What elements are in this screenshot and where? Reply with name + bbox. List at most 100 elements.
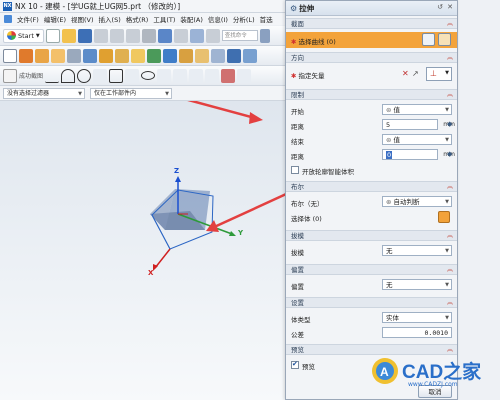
rectangle-icon[interactable] (109, 68, 124, 83)
start-logo-icon (7, 31, 16, 40)
end-label: 结束 (291, 138, 304, 146)
select-curve-row[interactable]: ✱ 选择曲线 (0) (286, 32, 457, 48)
vector-dialog-icon[interactable]: ↗ (412, 69, 419, 78)
unite-icon[interactable] (99, 48, 113, 63)
menu-insert[interactable]: 插入(S) (99, 14, 121, 24)
fillet-icon[interactable] (93, 68, 108, 83)
menu-tools[interactable]: 工具(T) (153, 14, 175, 24)
end-distance-input[interactable]: 0 mm (382, 149, 455, 160)
polygon-icon[interactable] (125, 68, 140, 83)
formula-icon[interactable]: ◆ (447, 120, 452, 128)
open-profile-checkbox[interactable] (291, 166, 299, 174)
z-axis-label: Z (174, 167, 180, 175)
point-icon[interactable] (189, 68, 204, 83)
menu-preferences[interactable]: 首选 (260, 14, 273, 24)
circle-icon[interactable] (77, 68, 92, 83)
start-button[interactable]: Start ▼ (3, 28, 44, 43)
revolve-icon[interactable] (35, 48, 49, 63)
watermark-url: www.CADZJ.com (408, 381, 458, 388)
section-boolean[interactable]: 布尔 ︽ (286, 181, 457, 192)
reset-icon[interactable]: ↺ (437, 3, 443, 11)
vector-type-dropdown[interactable]: ⊥ ▼ (426, 67, 452, 81)
spline-icon[interactable] (157, 68, 172, 83)
project-curve-icon[interactable] (205, 68, 220, 83)
menu-info[interactable]: 信息(I) (208, 14, 228, 24)
formula-icon[interactable]: ◆ (447, 150, 452, 158)
dialog-title-bar[interactable]: ⚙ 拉伸 ↺ ✕ (286, 1, 457, 16)
section-direction[interactable]: 方向 ︽ (286, 52, 457, 63)
hole-icon[interactable] (51, 48, 65, 63)
curve-select-icon[interactable] (438, 33, 451, 46)
gear-icon[interactable]: ⚙ (290, 4, 297, 13)
intersection-curve-icon[interactable] (221, 68, 236, 83)
cut-icon[interactable] (93, 28, 108, 43)
scope-filter-dropdown[interactable]: 仅在工作部件内 (90, 87, 172, 99)
datum-icon[interactable] (243, 48, 257, 63)
undo-icon[interactable] (157, 28, 172, 43)
arc-icon[interactable] (61, 68, 76, 83)
open-folder-icon[interactable] (61, 28, 76, 43)
intersect-icon[interactable] (131, 48, 145, 63)
curve-toolbar: 成功截图 (0, 66, 290, 86)
offset-dropdown[interactable]: 无 (382, 279, 452, 290)
blend-icon[interactable] (147, 48, 161, 63)
pattern-icon[interactable] (195, 48, 209, 63)
select-body-label: 选择体 (0) (291, 215, 322, 223)
boolean-dropdown[interactable]: ⊛ 自动判断 (382, 196, 452, 207)
ellipse-icon[interactable] (141, 71, 156, 80)
preview-checkbox[interactable] (291, 360, 299, 369)
section-draft[interactable]: 拔模 ︽ (286, 230, 457, 241)
end-type-dropdown[interactable]: ⊜ 值 (382, 134, 452, 145)
close-icon[interactable]: ✕ (447, 3, 453, 11)
offset-curve-icon[interactable] (173, 68, 188, 83)
start-type-dropdown[interactable]: ⊜ 值 (382, 104, 452, 115)
section-profile[interactable]: 截面 ︽ (286, 18, 457, 29)
draft-dropdown[interactable]: 无 (382, 245, 452, 256)
section-settings[interactable]: 设置 ︽ (286, 297, 457, 308)
redo-icon[interactable] (173, 28, 188, 43)
search-icon[interactable] (259, 28, 270, 43)
command-search-input[interactable]: 查找命令 (221, 30, 258, 41)
mirror-icon[interactable] (211, 48, 225, 63)
chamfer-icon[interactable] (163, 48, 177, 63)
paste-icon[interactable] (125, 28, 140, 43)
save-icon[interactable] (77, 28, 92, 43)
window-icon[interactable] (189, 28, 204, 43)
trim-icon[interactable] (227, 48, 241, 63)
cadzj-logo-icon: A (370, 356, 400, 386)
snapshot-icon[interactable] (3, 68, 17, 83)
start-distance-input[interactable]: 5 mm (382, 119, 455, 130)
delete-icon[interactable] (141, 28, 156, 43)
shell-icon[interactable] (179, 48, 193, 63)
tolerance-input[interactable]: 0.0010 (382, 327, 452, 338)
subtract-icon[interactable] (115, 48, 129, 63)
menu-analysis[interactable]: 分析(L) (233, 14, 255, 24)
options-icon[interactable] (205, 28, 220, 43)
section-offset[interactable]: 偏置 ︽ (286, 264, 457, 275)
section-limits[interactable]: 限制 ︽ (286, 89, 457, 100)
menu-edit[interactable]: 编辑(E) (44, 14, 66, 24)
menu-assembly[interactable]: 装配(A) (180, 14, 203, 24)
menu-view[interactable]: 视图(V) (71, 14, 94, 24)
graphics-window[interactable]: Z Y X (0, 101, 290, 400)
extrude-icon[interactable] (19, 48, 33, 63)
menu-file[interactable]: 文件(F) (17, 14, 39, 24)
app-menu-icon[interactable] (4, 15, 12, 23)
selection-filter-dropdown[interactable]: 没有选择过滤器 (3, 87, 85, 99)
sketch-icon[interactable] (3, 48, 17, 63)
reverse-direction-icon[interactable]: ✕ (402, 69, 409, 78)
start-distance-label: 距离 (291, 123, 304, 131)
menu-format[interactable]: 格式(R) (126, 14, 149, 24)
copy-icon[interactable] (109, 28, 124, 43)
pocket-icon[interactable] (83, 48, 97, 63)
specify-vector-row[interactable]: ✱ 指定矢量 ✕ ↗ ⊥ ▼ (286, 66, 457, 82)
boss-icon[interactable] (67, 48, 81, 63)
line-icon[interactable] (45, 69, 60, 83)
text-icon[interactable] (237, 68, 252, 83)
collapse-icon[interactable]: ︽ (447, 19, 453, 29)
start-type-value: 值 (393, 106, 401, 114)
select-body-icon[interactable] (438, 211, 450, 223)
section-preview[interactable]: 预览 ︽ (286, 344, 457, 355)
sketch-section-icon[interactable] (422, 33, 435, 46)
body-type-dropdown[interactable]: 实体 (382, 312, 452, 323)
